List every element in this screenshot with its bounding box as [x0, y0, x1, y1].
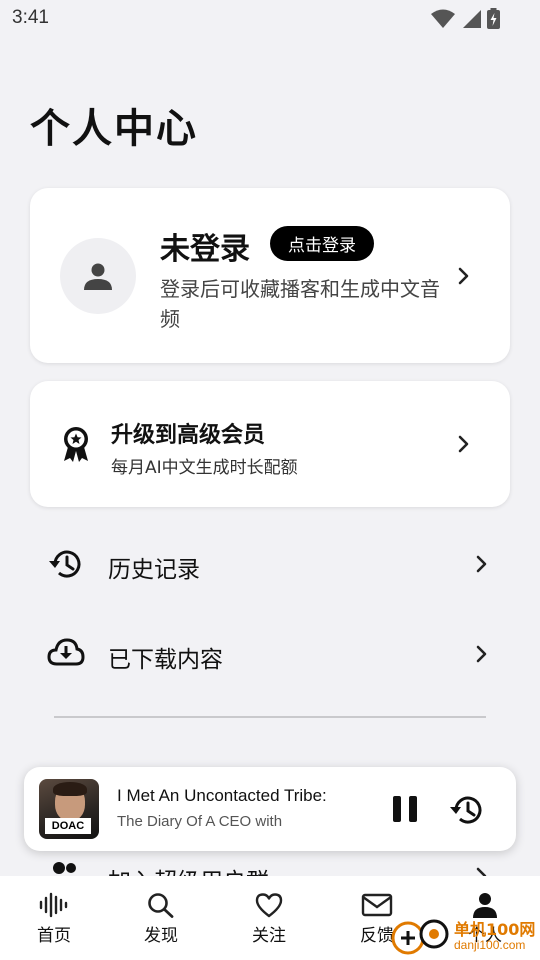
upgrade-vip-card[interactable]: 升级到高级会员 每月AI中文生成时长配额: [30, 381, 510, 507]
battery-icon: [487, 8, 500, 29]
search-icon: [148, 893, 174, 918]
history-label: 历史记录: [108, 557, 200, 583]
waveform-icon: [39, 892, 68, 918]
status-icons: [431, 8, 500, 29]
watermark-logo-icon: [391, 919, 449, 955]
avatar[interactable]: [60, 238, 136, 314]
chevron-right-icon: [456, 267, 472, 285]
player-podcast-name: The Diary Of A CEO with: [117, 813, 283, 830]
nav-label-follow: 关注: [252, 926, 286, 946]
player-episode-title: I Met An Uncontacted Tribe:: [117, 786, 327, 805]
screen: 3:41 个人中心 未登录 点击登录 登录后可收藏播客和生成中文音频 升级到高级…: [0, 0, 540, 960]
history-icon: [450, 796, 482, 824]
nav-label-discover: 发现: [144, 926, 178, 946]
player-history-button[interactable]: [448, 793, 484, 830]
watermark-text: 单机100网: [454, 920, 536, 939]
cover-hair: [53, 782, 87, 796]
mini-player[interactable]: DOAC I Met An Uncontacted Tribe: The Dia…: [24, 767, 516, 851]
podcast-cover[interactable]: DOAC: [39, 779, 99, 839]
pause-button[interactable]: [393, 796, 417, 822]
login-status-title: 未登录: [160, 232, 250, 267]
divider: [54, 716, 486, 718]
heart-icon: [255, 893, 283, 918]
nav-label-home: 首页: [37, 926, 71, 946]
pause-icon-bar-left: [393, 796, 401, 822]
chevron-right-icon: [456, 435, 472, 453]
nav-item-home[interactable]: 首页: [19, 892, 89, 952]
cloud-download-icon: [47, 637, 85, 671]
award-ribbon-icon: [60, 425, 92, 467]
cover-logo-text: DOAC: [45, 818, 91, 834]
menu-item-history[interactable]: 历史记录: [30, 534, 510, 594]
login-card[interactable]: 未登录 点击登录 登录后可收藏播客和生成中文音频: [30, 188, 510, 363]
person-icon: [84, 263, 112, 290]
cell-signal-icon: [463, 9, 481, 28]
login-button[interactable]: 点击登录: [270, 226, 374, 261]
chevron-right-icon: [474, 645, 490, 663]
downloads-label: 已下载内容: [108, 647, 223, 673]
menu-item-downloads[interactable]: 已下载内容: [30, 624, 510, 684]
login-description: 登录后可收藏播客和生成中文音频: [160, 277, 440, 331]
chevron-right-icon: [474, 555, 490, 573]
watermark-url: danji100.com: [454, 938, 526, 952]
status-bar: 3:41: [0, 0, 540, 36]
wifi-icon: [431, 9, 455, 28]
vip-description: 每月AI中文生成时长配额: [111, 458, 298, 478]
vip-title: 升级到高级会员: [111, 423, 266, 448]
page-title: 个人中心: [30, 106, 198, 152]
nav-item-discover[interactable]: 发现: [126, 892, 196, 952]
watermark: 单机100网 danji100.com: [388, 912, 540, 960]
status-time: 3:41: [12, 7, 49, 28]
history-icon: [47, 547, 83, 585]
pause-icon-bar-right: [409, 796, 417, 822]
nav-item-follow[interactable]: 关注: [234, 892, 304, 952]
